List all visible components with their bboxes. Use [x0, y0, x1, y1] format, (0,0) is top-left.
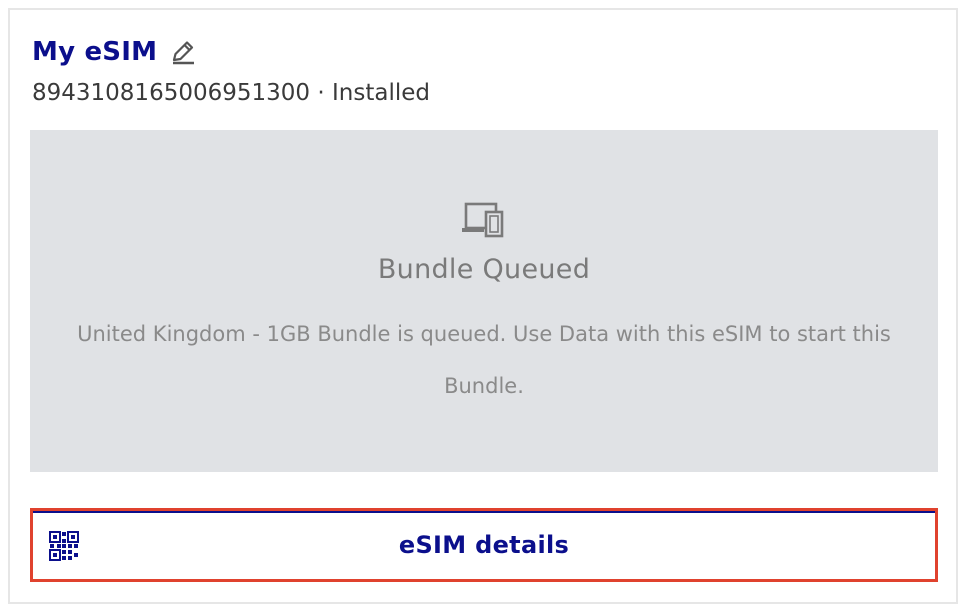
bundle-queued-message: United Kingdom - 1GB Bundle is queued. U… [77, 322, 891, 398]
esim-card: My eSIM 8943108165006951300 · Installed … [8, 8, 958, 604]
bundle-status-panel: Bundle Queued United Kingdom - 1GB Bundl… [30, 130, 938, 472]
devices-icon [462, 202, 506, 238]
title-row: My eSIM [32, 30, 197, 74]
esim-details-button[interactable]: eSIM details [30, 508, 938, 582]
iccid-number: 8943108165006951300 [32, 80, 311, 106]
esim-name: My eSIM [32, 37, 158, 67]
button-top-divider [33, 511, 935, 513]
esim-details-label: eSIM details [398, 531, 570, 559]
esim-subtitle: 8943108165006951300 · Installed [32, 80, 430, 106]
bundle-queued-heading: Bundle Queued [377, 254, 591, 285]
pencil-edit-icon[interactable] [169, 38, 197, 66]
subtitle-separator: · [310, 80, 332, 106]
install-status: Installed [331, 80, 430, 106]
